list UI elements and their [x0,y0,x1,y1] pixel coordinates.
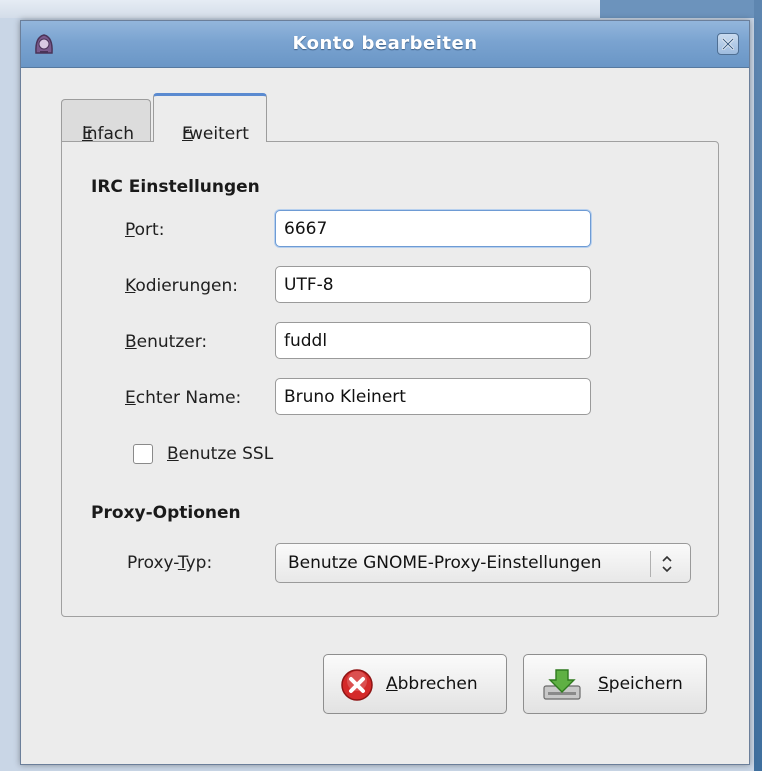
updown-chevron-icon [660,553,674,579]
tab-basic[interactable]: Einfach [61,99,151,144]
tab-advanced[interactable]: Erweitert [153,93,267,144]
proxy-type-value: Benutze GNOME-Proxy-Einstellungen [288,553,602,573]
proxy-type-select[interactable]: Benutze GNOME-Proxy-Einstellungen [275,543,691,583]
save-button[interactable]: Speichern [523,654,707,714]
port-label: Port: [125,220,165,240]
title-bar[interactable]: Konto bearbeiten [21,21,749,68]
close-button[interactable] [717,33,739,55]
proxy-options-heading: Proxy-Optionen [91,503,241,523]
user-input[interactable] [275,322,591,359]
proxy-type-label: Proxy-Typ: [127,553,213,573]
edit-account-dialog: Konto bearbeiten Einfach Erweitert IRC E… [20,20,750,765]
encoding-label: Kodierungen: [125,276,238,296]
use-ssl-checkbox[interactable] [133,444,153,464]
port-input[interactable] [275,210,591,247]
cancel-button[interactable]: Abbrechen [323,654,507,714]
cancel-label: Abbrechen [386,674,478,694]
close-icon [722,38,734,50]
window-title: Konto bearbeiten [292,33,478,54]
save-label: Speichern [598,674,683,694]
desktop-edge [754,0,762,771]
user-label: Benutzer: [125,332,208,352]
combo-separator [650,551,651,577]
irc-settings-heading: IRC Einstellungen [91,177,260,197]
save-icon [540,668,584,707]
real-name-label: Echter Name: [125,388,242,408]
desktop-panel-strip [600,0,762,18]
encoding-input[interactable] [275,266,591,303]
cancel-icon [340,668,374,707]
real-name-input[interactable] [275,378,591,415]
use-ssl-label[interactable]: Benutze SSL [167,444,273,464]
